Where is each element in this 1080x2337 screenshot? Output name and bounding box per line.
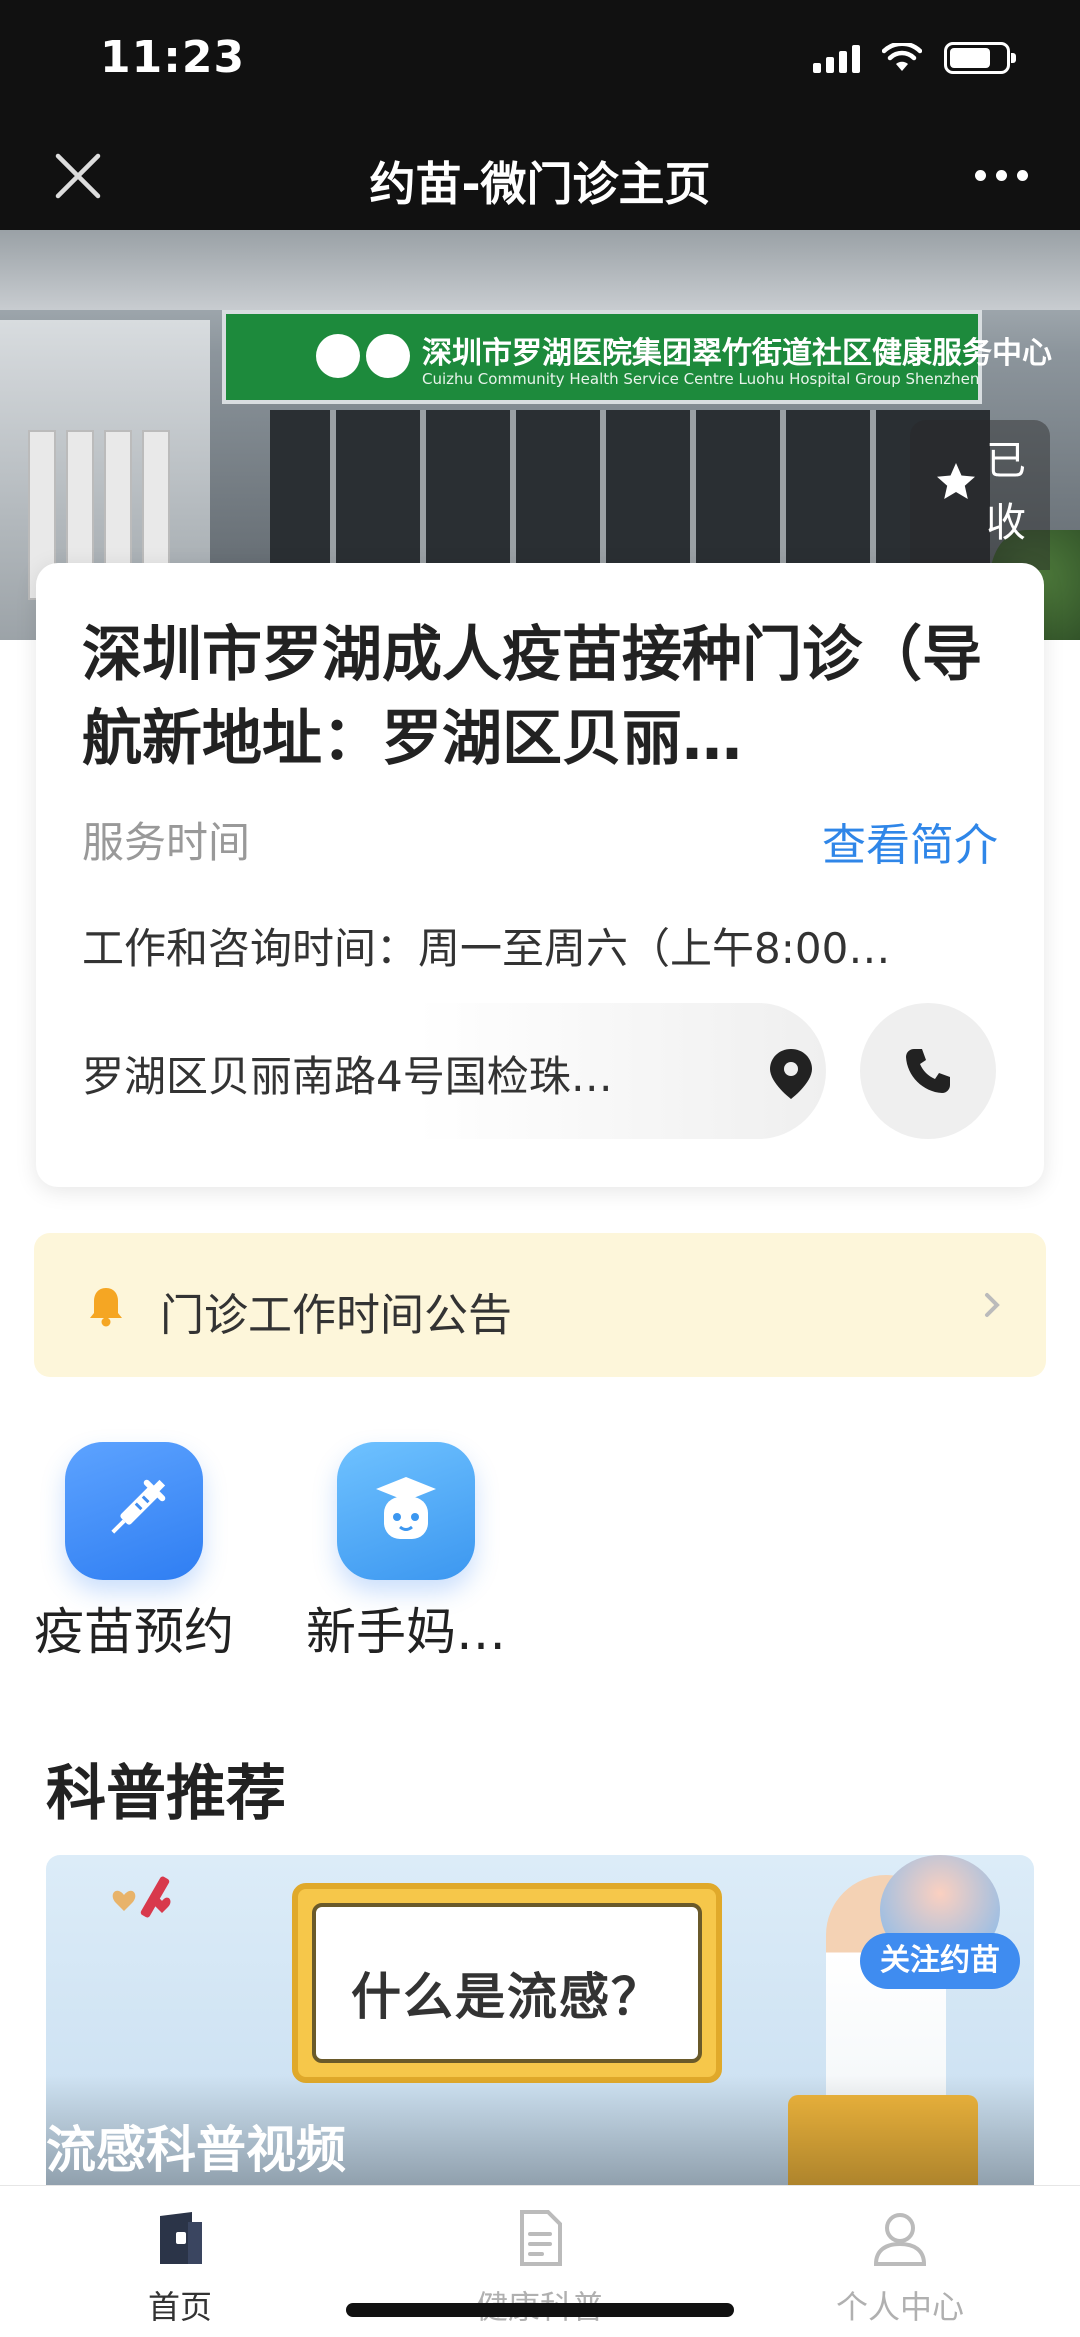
page: 11:23 约苗-微门诊主页 深圳市罗湖医院集团翠竹街道社区健康服务中心 Cui… [0, 0, 1080, 2337]
banner-title: 流感科普视频 [46, 2121, 346, 2179]
new-mom-button[interactable]: 新手妈… [286, 1442, 526, 1662]
clinic-card: 深圳市罗湖成人疫苗接种门诊（导航新地址：罗湖区贝丽… 服务时间 查看简介 工作和… [36, 563, 1044, 1187]
location-pin-icon [770, 1049, 812, 1099]
notice-text: 门诊工作时间公告 [160, 1290, 512, 1341]
syringe-icon [65, 1442, 203, 1580]
phone-icon [906, 1049, 950, 1093]
hero-sign-en: Cuizhu Community Health Service Centre L… [422, 370, 980, 388]
status-time: 11:23 [100, 32, 246, 83]
more-icon[interactable] [975, 170, 1028, 181]
home-indicator[interactable] [346, 2303, 734, 2317]
hospital-logo-icon [366, 334, 410, 378]
section-title: 科普推荐 [46, 1759, 286, 1829]
vaccine-appointment-button[interactable]: 疫苗预约 [14, 1442, 254, 1662]
chevron-right-icon [985, 1293, 1000, 1317]
quick-entry-label: 新手妈… [306, 1603, 506, 1661]
follow-badge[interactable]: 关注约苗 [860, 1855, 1020, 1995]
quick-entry-label: 疫苗预约 [34, 1603, 234, 1661]
hero-awning [0, 230, 1080, 310]
clinic-name: 深圳市罗湖成人疫苗接种门诊（导航新地址：罗湖区贝丽… [82, 620, 982, 773]
tab-profile[interactable]: 个人中心 [720, 2186, 1080, 2337]
tab-home[interactable]: 首页 [0, 2186, 360, 2337]
favorite-button[interactable]: 已收藏 [910, 420, 1050, 608]
user-icon [873, 2213, 927, 2266]
notice-bar[interactable]: 门诊工作时间公告 [34, 1233, 1046, 1377]
document-icon [520, 2210, 562, 2266]
follow-badge-label: 关注约苗 [860, 1933, 1020, 1989]
hero-sign-cn: 深圳市罗湖医院集团翠竹街道社区健康服务中心 [422, 336, 1052, 371]
service-hours: 工作和咨询时间：周一至周六（上午8:00… [82, 924, 891, 973]
phone-button[interactable] [860, 1003, 996, 1139]
hospital-logo-icon [316, 334, 360, 378]
hero-signboard: 深圳市罗湖医院集团翠竹街道社区健康服务中心 Cuizhu Community H… [222, 310, 1052, 404]
banner-board-text: 什么是流感？ [351, 1968, 663, 2026]
battery-icon [944, 42, 1016, 74]
banner-board: 什么是流感？ [292, 1883, 722, 2083]
status-icons [813, 42, 1016, 74]
signal-icon [813, 43, 860, 73]
nav-title: 约苗-微门诊主页 [369, 157, 711, 211]
service-time-label: 服务时间 [82, 818, 251, 867]
address-button[interactable]: 罗湖区贝丽南路4号国检珠… [82, 1003, 826, 1139]
heart-syringe-icon [112, 1876, 171, 1918]
graduate-baby-icon [337, 1442, 475, 1580]
address-text: 罗湖区贝丽南路4号国检珠… [82, 1052, 613, 1101]
star-icon [937, 463, 975, 499]
nav-bar: 约苗-微门诊主页 [0, 120, 1080, 230]
status-bar: 11:23 [0, 0, 1080, 120]
tab-label: 首页 [147, 2288, 212, 2326]
wifi-icon [882, 43, 922, 71]
home-icon [160, 2212, 202, 2264]
tab-label: 个人中心 [835, 2288, 964, 2326]
view-intro-link[interactable]: 查看简介 [822, 809, 998, 873]
bell-icon [90, 1288, 122, 1327]
